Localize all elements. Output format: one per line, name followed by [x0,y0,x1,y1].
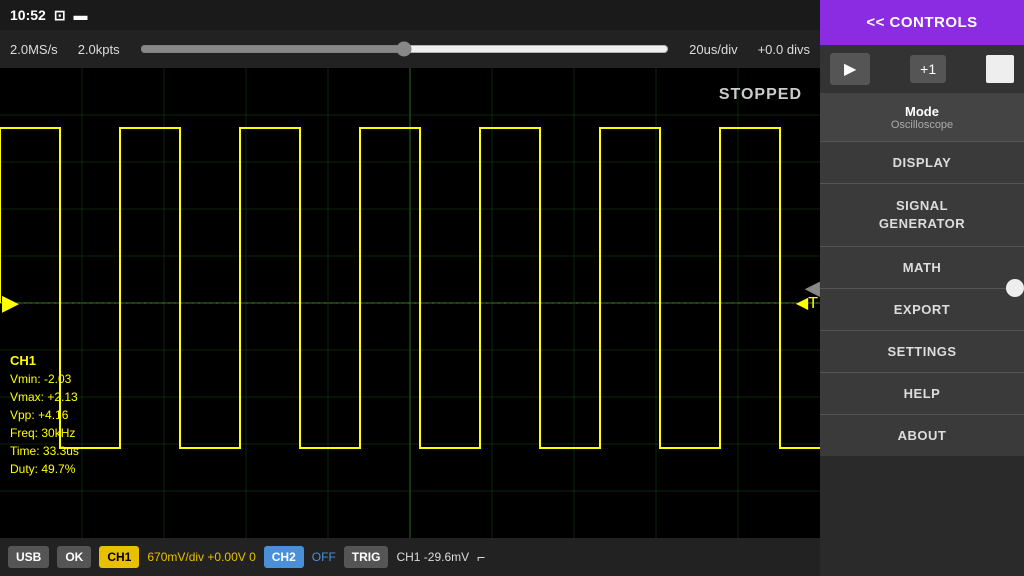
transport-bar: ▶ +1 [820,45,1024,94]
about-button[interactable]: ABOUT [820,415,1024,456]
time-slider-container [140,41,670,57]
time-position-slider[interactable] [140,41,670,57]
toolbar: 2.0MS/s 2.0kpts 20us/div +0.0 divs [0,30,820,68]
stop-button[interactable] [986,55,1014,83]
step-button[interactable]: +1 [910,55,946,83]
ch1-settings-info: 670mV/div +0.00V 0 [147,550,255,564]
signal-gen-label: SIGNALGENERATOR [879,198,965,231]
phone-icon: ▬ [74,7,88,23]
ch1-vpp: Vpp: +4.16 [10,406,79,424]
stopped-label: STOPPED [719,86,802,104]
ch2-status: OFF [312,550,336,564]
scope-area: STOPPED CH1 Vmin: -2.03 Vmax: +2.13 Vpp:… [0,68,820,538]
ch1-time: Time: 33.3us [10,442,79,460]
export-button[interactable]: EXPORT [820,289,1024,331]
ch1-info: CH1 Vmin: -2.03 Vmax: +2.13 Vpp: +4.16 F… [10,351,79,479]
screenshot-icon: ⊡ [54,7,66,24]
controls-button[interactable]: << CONTROLS [820,0,1024,45]
settings-button[interactable]: SETTINGS [820,331,1024,373]
signal-generator-button[interactable]: SIGNALGENERATOR [820,184,1024,247]
ch1-vmin: Vmin: -2.03 [10,370,79,388]
time-div: 20us/div [689,42,737,57]
ch1-duty: Duty: 49.7% [10,460,79,478]
offset: +0.0 divs [758,42,810,57]
math-button[interactable]: MATH [820,247,1024,289]
mode-button[interactable]: Mode Oscilloscope [820,94,1024,142]
trig-info: CH1 -29.6mV [396,550,469,564]
sample-rate: 2.0MS/s [10,42,58,57]
ch1-button-label: CH1 [107,550,131,564]
grid-svg [0,68,820,538]
time-display: 10:52 [10,7,46,23]
trigger-arrow-left: ▶ [2,290,19,316]
back-arrow-button[interactable]: ◀ [805,276,820,301]
memory-depth: 2.0kpts [78,42,120,57]
ch2-button-label: CH2 [272,550,296,564]
display-button[interactable]: DISPLAY [820,142,1024,184]
mode-sub: Oscilloscope [828,119,1016,131]
ch2-button[interactable]: CH2 [264,546,304,568]
trig-line-icon: ⌐ [477,549,485,565]
ch1-button[interactable]: CH1 [99,546,139,568]
ch1-vmax: Vmax: +2.13 [10,388,79,406]
trig-button[interactable]: TRIG [344,546,389,568]
ch1-freq: Freq: 30kHz [10,424,79,442]
right-indicator-dot [1006,279,1024,297]
ch1-label: CH1 [10,351,79,371]
usb-button[interactable]: USB [8,546,49,568]
mode-title: Mode [828,104,1016,119]
bottom-bar: USB OK CH1 670mV/div +0.00V 0 CH2 OFF TR… [0,538,820,576]
play-button[interactable]: ▶ [830,53,870,85]
ok-button[interactable]: OK [57,546,91,568]
help-button[interactable]: HELP [820,373,1024,415]
right-panel: << CONTROLS ▶ +1 Mode Oscilloscope DISPL… [820,0,1024,576]
